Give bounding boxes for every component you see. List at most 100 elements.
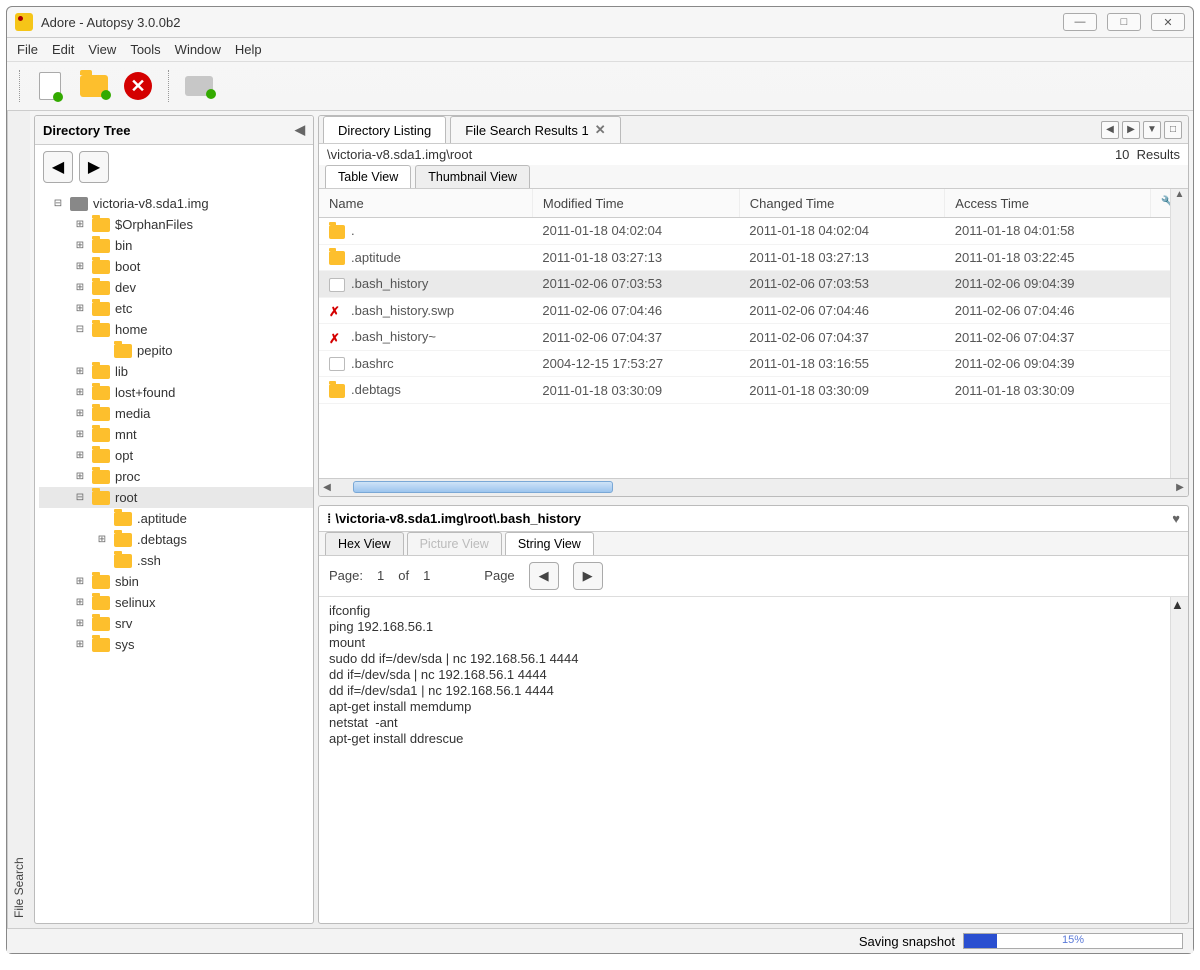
view-subtab[interactable]: Table View bbox=[325, 165, 411, 188]
table-row[interactable]: ✗.bash_history.swp2011-02-06 07:04:46201… bbox=[319, 297, 1188, 324]
folder-icon bbox=[92, 260, 110, 274]
open-folder-button[interactable] bbox=[76, 68, 112, 104]
tree-node[interactable]: ⊟root bbox=[39, 487, 313, 508]
side-tab-file-search[interactable]: File Search bbox=[7, 111, 30, 928]
delete-button[interactable]: ✕ bbox=[120, 68, 156, 104]
tree-node[interactable]: ⊟home bbox=[39, 319, 313, 340]
tree-node[interactable]: ⊞selinux bbox=[39, 592, 313, 613]
expand-icon[interactable]: ⊞ bbox=[95, 534, 109, 545]
table-row[interactable]: .aptitude2011-01-18 03:27:132011-01-18 0… bbox=[319, 244, 1188, 271]
menu-help[interactable]: Help bbox=[235, 42, 262, 57]
expand-icon[interactable]: ⊞ bbox=[73, 471, 87, 482]
table-row[interactable]: .debtags2011-01-18 03:30:092011-01-18 03… bbox=[319, 377, 1188, 404]
tree-node[interactable]: pepito bbox=[39, 340, 313, 361]
main-tab[interactable]: Directory Listing bbox=[323, 116, 446, 143]
menu-edit[interactable]: Edit bbox=[52, 42, 74, 57]
tree-node[interactable]: ⊞ dev bbox=[39, 277, 313, 298]
tree-node[interactable]: ⊞mnt bbox=[39, 424, 313, 445]
viewer-tab[interactable]: Hex View bbox=[325, 532, 404, 555]
main-tab[interactable]: File Search Results 1✕ bbox=[450, 116, 620, 143]
expand-icon[interactable]: ⊞ bbox=[73, 639, 87, 650]
tree-node[interactable]: ⊞lost+found bbox=[39, 382, 313, 403]
expand-icon[interactable]: ⊟ bbox=[51, 198, 65, 209]
tree-back-button[interactable]: ◀ bbox=[43, 151, 73, 183]
close-button[interactable]: ✕ bbox=[1151, 13, 1185, 31]
tab-scroll-left[interactable]: ◀ bbox=[1101, 121, 1119, 139]
expand-icon[interactable]: ⊞ bbox=[73, 618, 87, 629]
menu-tools[interactable]: Tools bbox=[130, 42, 160, 57]
favorite-icon[interactable]: ♥ bbox=[1172, 511, 1180, 526]
tree-node[interactable]: ⊞srv bbox=[39, 613, 313, 634]
expand-icon[interactable]: ⊞ bbox=[73, 450, 87, 461]
scroll-up-icon[interactable]: ▲ bbox=[1171, 597, 1188, 612]
tree-node[interactable]: .ssh bbox=[39, 550, 313, 571]
file-table-wrap: NameModified TimeChanged TimeAccess Time… bbox=[319, 189, 1188, 478]
directory-tree[interactable]: ⊟victoria-v8.sda1.img⊞$OrphanFiles⊞bin⊞b… bbox=[35, 189, 313, 923]
tree-node-label: dev bbox=[115, 280, 136, 295]
page-prev-button[interactable]: ◀ bbox=[529, 562, 559, 590]
minimize-button[interactable]: — bbox=[1063, 13, 1097, 31]
changed-time: 2011-01-18 03:16:55 bbox=[739, 350, 945, 377]
expand-icon[interactable]: ⊞ bbox=[73, 408, 87, 419]
column-header[interactable]: Access Time bbox=[945, 189, 1151, 218]
expand-icon[interactable]: ⊞ bbox=[73, 240, 87, 251]
expand-icon[interactable]: ⊞ bbox=[73, 366, 87, 377]
tab-maximize[interactable]: □ bbox=[1164, 121, 1182, 139]
column-header[interactable]: Name bbox=[319, 189, 532, 218]
tree-node[interactable]: ⊞sbin bbox=[39, 571, 313, 592]
tree-node[interactable]: .aptitude bbox=[39, 508, 313, 529]
expand-icon[interactable]: ⊞ bbox=[73, 303, 87, 314]
column-header[interactable]: Changed Time bbox=[739, 189, 945, 218]
table-row[interactable]: .bash_history2011-02-06 07:03:532011-02-… bbox=[319, 271, 1188, 298]
menu-view[interactable]: View bbox=[88, 42, 116, 57]
access-time: 2011-01-18 03:22:45 bbox=[945, 244, 1151, 271]
page-next-button[interactable]: ▶ bbox=[573, 562, 603, 590]
scroll-right-icon[interactable]: ▶ bbox=[1172, 482, 1188, 493]
expand-icon[interactable]: ⊞ bbox=[73, 219, 87, 230]
tab-dropdown[interactable]: ▼ bbox=[1143, 121, 1161, 139]
tree-node[interactable]: ⊞bin bbox=[39, 235, 313, 256]
tree-node[interactable]: ⊞.debtags bbox=[39, 529, 313, 550]
scroll-left-icon[interactable]: ◀ bbox=[319, 482, 335, 493]
vertical-scrollbar[interactable]: ▲ bbox=[1170, 189, 1188, 478]
tree-node[interactable]: ⊞ sys bbox=[39, 634, 313, 655]
table-row[interactable]: .2011-01-18 04:02:042011-01-18 04:02:042… bbox=[319, 218, 1188, 245]
view-subtab[interactable]: Thumbnail View bbox=[415, 165, 530, 188]
add-drive-button[interactable] bbox=[181, 68, 217, 104]
expand-icon[interactable]: ⊞ bbox=[73, 387, 87, 398]
new-file-button[interactable] bbox=[32, 68, 68, 104]
menu-file[interactable]: File bbox=[17, 42, 38, 57]
column-header[interactable]: Modified Time bbox=[532, 189, 739, 218]
scroll-thumb[interactable] bbox=[353, 481, 613, 493]
expand-icon[interactable]: ⊟ bbox=[73, 324, 87, 335]
table-row[interactable]: .bashrc2004-12-15 17:53:272011-01-18 03:… bbox=[319, 350, 1188, 377]
scroll-up-icon[interactable]: ▲ bbox=[1171, 189, 1188, 205]
tree-node[interactable]: ⊞media bbox=[39, 403, 313, 424]
expand-icon[interactable]: ⊞ bbox=[73, 261, 87, 272]
tab-scroll-right[interactable]: ▶ bbox=[1122, 121, 1140, 139]
tree-node[interactable]: ⊟victoria-v8.sda1.img bbox=[39, 193, 313, 214]
expand-icon[interactable]: ⊞ bbox=[73, 576, 87, 587]
tree-node[interactable]: ⊞proc bbox=[39, 466, 313, 487]
tree-node[interactable]: ⊞etc bbox=[39, 298, 313, 319]
content-text[interactable]: ifconfig ping 192.168.56.1 mount sudo dd… bbox=[319, 597, 1188, 923]
menu-window[interactable]: Window bbox=[175, 42, 221, 57]
tree-node[interactable]: ⊞$OrphanFiles bbox=[39, 214, 313, 235]
horizontal-scrollbar[interactable]: ◀ ▶ bbox=[319, 478, 1188, 496]
table-row[interactable]: ✗.bash_history~2011-02-06 07:04:372011-0… bbox=[319, 324, 1188, 351]
tree-forward-button[interactable]: ▶ bbox=[79, 151, 109, 183]
window-controls: — □ ✕ bbox=[1063, 13, 1185, 31]
tree-node[interactable]: ⊞lib bbox=[39, 361, 313, 382]
expand-icon[interactable]: ⊞ bbox=[73, 282, 87, 293]
tree-node-label: sys bbox=[115, 637, 135, 652]
tab-close-icon[interactable]: ✕ bbox=[595, 122, 606, 138]
expand-icon[interactable]: ⊟ bbox=[73, 492, 87, 503]
viewer-tab[interactable]: String View bbox=[505, 532, 594, 555]
expand-icon[interactable]: ⊞ bbox=[73, 597, 87, 608]
expand-icon[interactable]: ⊞ bbox=[73, 429, 87, 440]
tree-node[interactable]: ⊞opt bbox=[39, 445, 313, 466]
collapse-panel-icon[interactable]: ◀ bbox=[295, 122, 305, 138]
tree-node[interactable]: ⊞boot bbox=[39, 256, 313, 277]
maximize-button[interactable]: □ bbox=[1107, 13, 1141, 31]
content-vertical-scrollbar[interactable]: ▲ bbox=[1170, 597, 1188, 923]
